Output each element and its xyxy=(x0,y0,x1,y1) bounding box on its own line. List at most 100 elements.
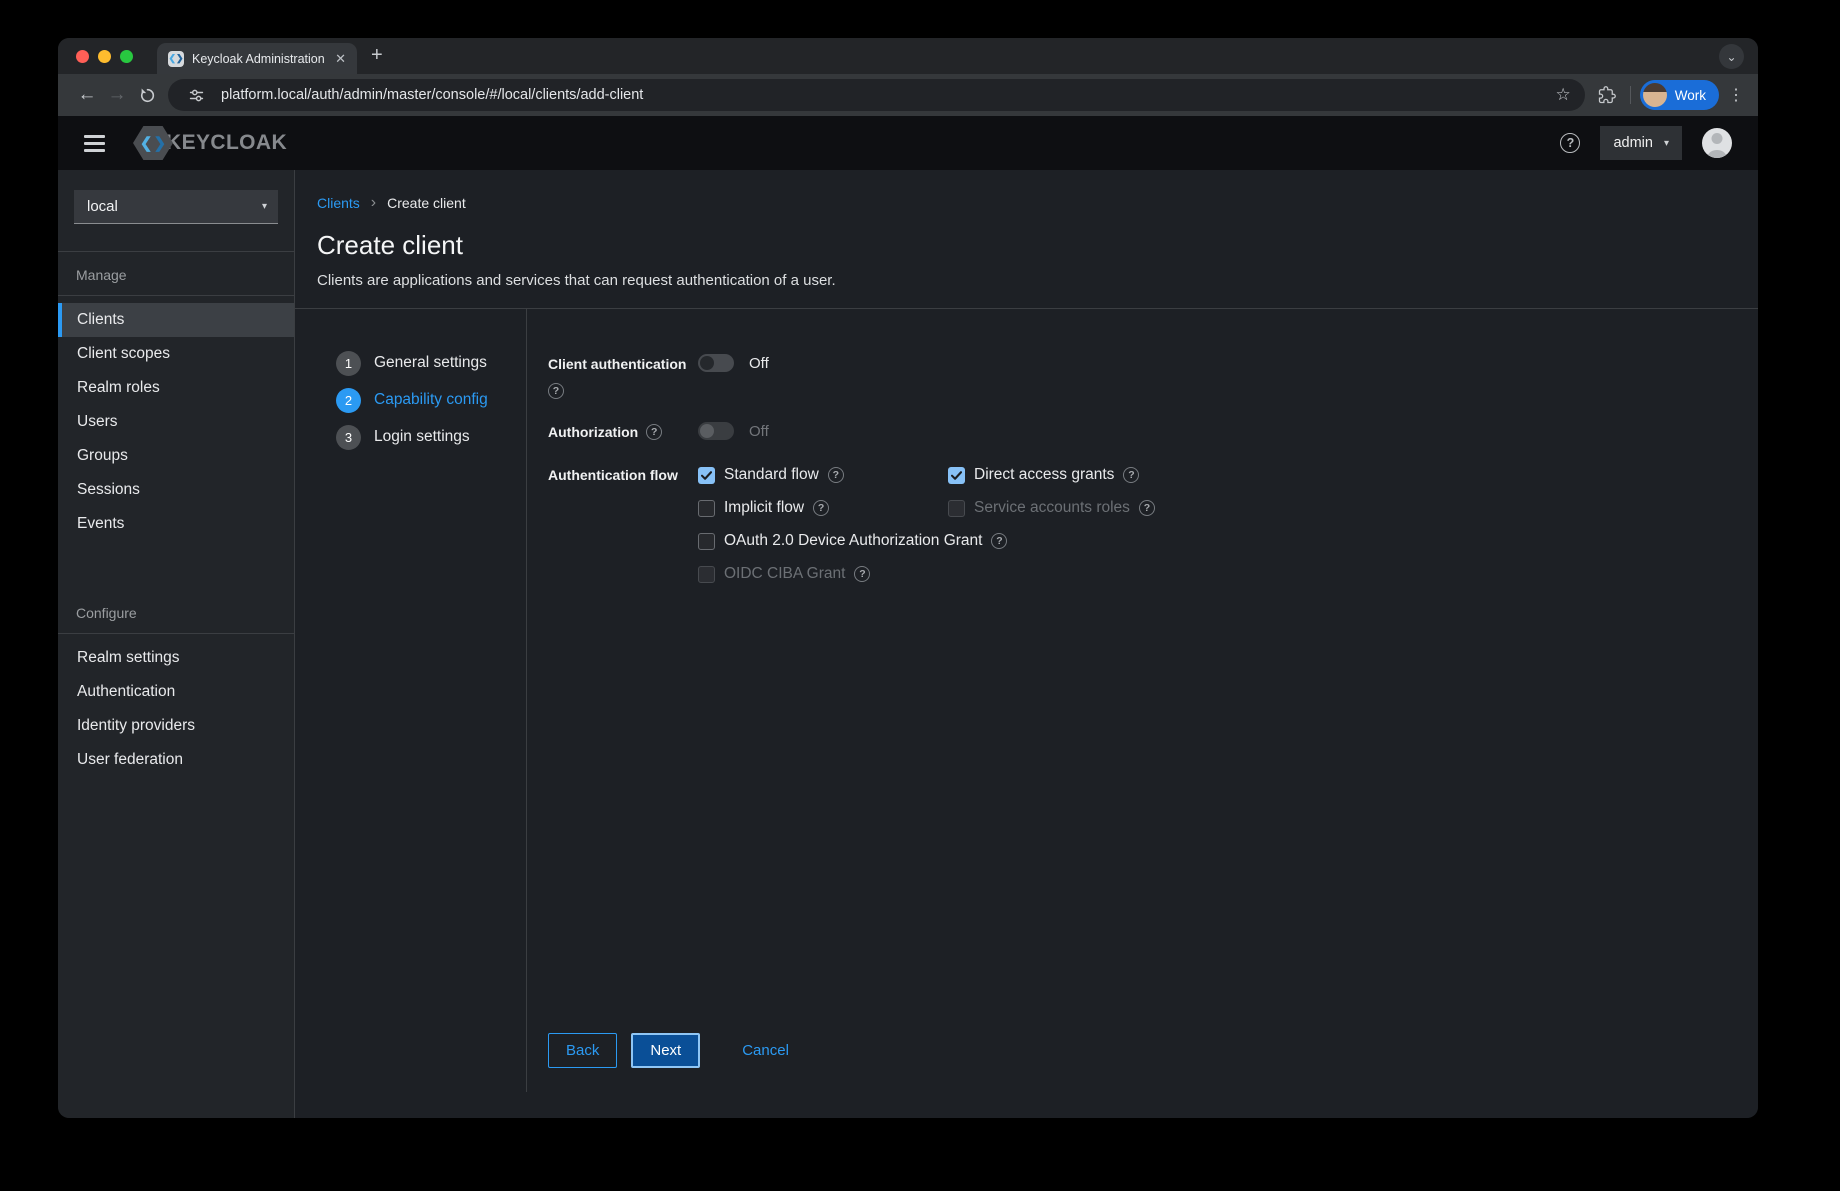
realm-selector[interactable]: local ▾ xyxy=(74,190,278,224)
user-avatar[interactable] xyxy=(1702,128,1732,158)
sidebar-item-realm-roles[interactable]: Realm roles xyxy=(58,371,294,405)
keycloak-logo[interactable]: ❮❯ KEYCLOAK xyxy=(133,126,287,160)
step-number: 1 xyxy=(336,351,361,376)
tab-search-chevron-icon[interactable]: ⌄ xyxy=(1719,44,1744,69)
browser-menu-icon[interactable]: ⋮ xyxy=(1728,85,1744,105)
url-bar[interactable]: platform.local/auth/admin/master/console… xyxy=(168,79,1585,111)
nav-section-manage: Manage ClientsClient scopesRealm rolesUse… xyxy=(58,252,294,548)
checkbox-help-icon[interactable]: ? xyxy=(1123,467,1139,483)
close-window-button[interactable] xyxy=(76,50,89,63)
next-step-button[interactable]: Next xyxy=(631,1033,700,1068)
back-step-button[interactable]: Back xyxy=(548,1033,617,1068)
forward-button[interactable]: → xyxy=(102,80,132,110)
wizard: 1General settings 2 Capability config 3Logi… xyxy=(295,309,1758,1092)
reload-button[interactable] xyxy=(132,80,162,110)
sidebar-item-sessions[interactable]: Sessions xyxy=(58,473,294,507)
sidebar-toggle-hamburger-icon[interactable] xyxy=(84,135,105,152)
authorization-help-icon[interactable]: ? xyxy=(646,424,662,440)
sidebar-item-clients[interactable]: Clients xyxy=(58,303,294,337)
auth-flow-grid: Standard flow?Direct access grants?Impli… xyxy=(698,465,1758,583)
nav-section-title: Configure xyxy=(58,590,294,634)
toolbar-divider xyxy=(1630,86,1631,104)
user-dropdown[interactable]: admin ▾ xyxy=(1600,126,1682,160)
extensions-puzzle-icon[interactable] xyxy=(1593,86,1621,104)
main-content: Clients › Create client Create client Cl… xyxy=(295,170,1758,1118)
checkbox-help-icon[interactable]: ? xyxy=(1139,500,1155,516)
minimize-window-button[interactable] xyxy=(98,50,111,63)
tab-close-icon[interactable]: ✕ xyxy=(332,51,349,67)
step-number: 3 xyxy=(336,425,361,450)
nav-section-configure: ConfigureRealm settingsAuthenticationIde… xyxy=(58,590,294,784)
sidebar-item-groups[interactable]: Groups xyxy=(58,439,294,473)
authorization-label: Authorization xyxy=(548,422,638,442)
checkbox-help-icon[interactable]: ? xyxy=(828,467,844,483)
sidebar-item-authentication[interactable]: Authentication xyxy=(58,675,294,709)
user-name: admin xyxy=(1613,135,1653,151)
sidebar-item-identity-providers[interactable]: Identity providers xyxy=(58,709,294,743)
step-label: Capability config xyxy=(374,391,488,409)
wizard-step-login-settings[interactable]: 3Login settings xyxy=(336,424,526,450)
wizard-step-general-settings[interactable]: 1General settings xyxy=(336,350,526,376)
capability-config-form: Client authentication ? Off Authorizatio… xyxy=(527,309,1758,1092)
checkbox-direct-access-grants[interactable]: Direct access grants? xyxy=(948,466,1758,484)
checkbox-oauth-2-0-device-authorization-grant[interactable]: OAuth 2.0 Device Authorization Grant? xyxy=(698,532,948,550)
brand-text: KEYCLOAK xyxy=(166,131,287,155)
authorization-row: Authorization ? Off xyxy=(548,422,1758,442)
sidebar-item-users[interactable]: Users xyxy=(58,405,294,439)
checkbox-oidc-ciba-grant[interactable]: OIDC CIBA Grant? xyxy=(698,565,948,583)
wizard-step-capability-config[interactable]: 2 Capability config xyxy=(336,387,526,413)
tab-title: Keycloak Administration UI xyxy=(192,52,324,66)
authorization-toggle[interactable] xyxy=(698,422,734,440)
checkbox-implicit-flow[interactable]: Implicit flow? xyxy=(698,499,948,517)
checkbox-service-accounts-roles[interactable]: Service accounts roles? xyxy=(948,499,1758,517)
breadcrumb-clients-link[interactable]: Clients xyxy=(317,195,360,211)
checkbox-box[interactable] xyxy=(698,500,715,517)
nav-list: Realm settingsAuthenticationIdentity pro… xyxy=(58,634,294,784)
checkbox-help-icon[interactable]: ? xyxy=(991,533,1007,549)
checkbox-box[interactable] xyxy=(948,467,965,484)
back-button[interactable]: ← xyxy=(72,80,102,110)
checkbox-box[interactable] xyxy=(698,566,715,583)
realm-name: local xyxy=(87,198,118,215)
wizard-footer: Back Next Cancel xyxy=(548,1033,1758,1092)
realm-selector-area: local ▾ xyxy=(58,170,294,252)
keycloak-favicon-icon: ❮❯ xyxy=(168,51,184,67)
window-controls xyxy=(76,50,133,63)
checkbox-help-icon[interactable]: ? xyxy=(813,500,829,516)
client-authentication-label: Client authentication xyxy=(548,354,686,374)
client-authentication-toggle[interactable] xyxy=(698,354,734,372)
reload-icon xyxy=(139,87,156,104)
url-text[interactable]: platform.local/auth/admin/master/console… xyxy=(221,87,1544,103)
profile-name: Work xyxy=(1675,88,1706,103)
client-authentication-value: Off xyxy=(749,355,769,372)
keycloak-masthead: ❮❯ KEYCLOAK ? admin ▾ xyxy=(58,116,1758,170)
sidebar-item-events[interactable]: Events xyxy=(58,507,294,541)
client-authentication-help-icon[interactable]: ? xyxy=(548,383,564,399)
zoom-window-button[interactable] xyxy=(120,50,133,63)
checkbox-label: Implicit flow xyxy=(724,499,804,517)
sidebar-item-user-federation[interactable]: User federation xyxy=(58,743,294,777)
bookmark-star-icon[interactable]: ☆ xyxy=(1555,85,1570,105)
browser-profile-button[interactable]: Work xyxy=(1640,80,1719,110)
checkbox-label: Direct access grants xyxy=(974,466,1114,484)
checkbox-box[interactable] xyxy=(948,500,965,517)
browser-tab[interactable]: ❮❯ Keycloak Administration UI ✕ xyxy=(157,43,357,74)
help-icon[interactable]: ? xyxy=(1560,133,1580,153)
checkbox-standard-flow[interactable]: Standard flow? xyxy=(698,466,948,484)
sidebar-item-realm-settings[interactable]: Realm settings xyxy=(58,641,294,675)
checkbox-label: Service accounts roles xyxy=(974,499,1130,517)
checkbox-box[interactable] xyxy=(698,467,715,484)
checkbox-help-icon[interactable]: ? xyxy=(854,566,870,582)
client-authentication-row: Client authentication ? Off xyxy=(548,354,1758,399)
breadcrumb: Clients › Create client xyxy=(317,195,1730,211)
checkbox-label: OAuth 2.0 Device Authorization Grant xyxy=(724,532,982,550)
page-header: Clients › Create client Create client Cl… xyxy=(295,170,1758,309)
sidebar-item-client-scopes[interactable]: Client scopes xyxy=(58,337,294,371)
step-number: 2 xyxy=(336,388,361,413)
nav-section-title: Manage xyxy=(58,252,294,296)
cancel-button[interactable]: Cancel xyxy=(742,1033,789,1068)
tab-strip: ❮❯ Keycloak Administration UI ✕ + ⌄ xyxy=(58,38,1758,74)
checkbox-box[interactable] xyxy=(698,533,715,550)
site-info-icon[interactable] xyxy=(182,87,210,104)
new-tab-button[interactable]: + xyxy=(371,44,383,69)
